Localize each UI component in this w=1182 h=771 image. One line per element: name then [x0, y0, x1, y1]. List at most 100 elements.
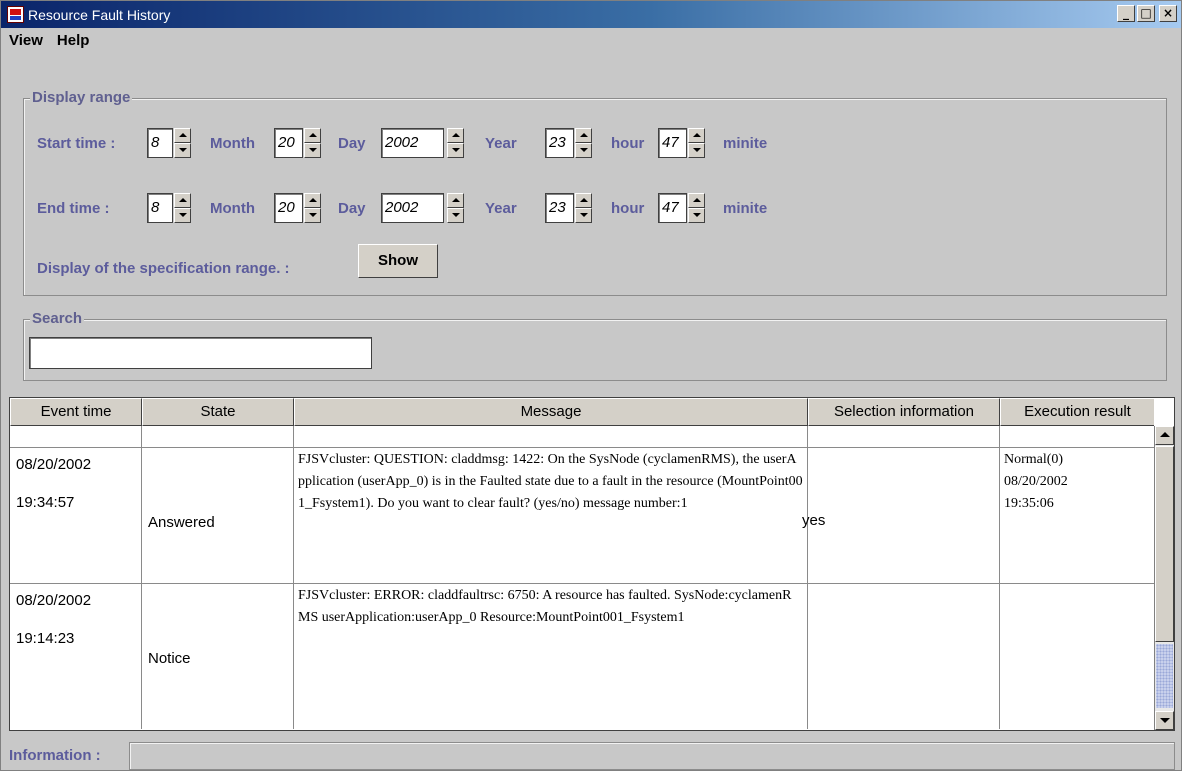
minute-label: minite: [723, 135, 768, 152]
month-label: Month: [210, 200, 255, 217]
spec-range-label: Display of the specification range. :: [37, 260, 290, 277]
start-year-field[interactable]: 2002: [381, 128, 444, 158]
show-button[interactable]: Show: [358, 244, 438, 278]
column-header-message[interactable]: Message: [294, 398, 808, 426]
start-hour-field[interactable]: 23: [545, 128, 574, 158]
spin-up-icon[interactable]: [447, 128, 464, 143]
java-app-icon: [7, 6, 24, 23]
column-header-state[interactable]: State: [142, 398, 294, 426]
menu-help[interactable]: Help: [57, 32, 90, 49]
end-hour-field[interactable]: 23: [545, 193, 574, 223]
start-day-spinner[interactable]: 20: [274, 128, 321, 158]
information-label: Information :: [9, 747, 101, 764]
end-day-field[interactable]: 20: [274, 193, 303, 223]
table-header: Event time State Message Selection infor…: [10, 398, 1154, 426]
event-time-cell: 08/20/2002 19:34:57: [10, 448, 142, 583]
menu-view[interactable]: View: [9, 32, 43, 49]
spin-down-icon[interactable]: [575, 143, 592, 158]
resource-fault-history-window: Resource Fault History _ □ × View Help D…: [0, 0, 1182, 771]
table-cell: [142, 426, 294, 447]
menu-bar: View Help: [1, 28, 1181, 52]
end-year-spinner[interactable]: 2002: [381, 193, 464, 223]
end-month-field[interactable]: 8: [147, 193, 173, 223]
table-row[interactable]: 08/20/2002 19:14:23 Notice FJSVcluster: …: [10, 584, 1154, 729]
end-year-field[interactable]: 2002: [381, 193, 444, 223]
fault-history-table: Event time State Message Selection infor…: [9, 397, 1175, 731]
year-label: Year: [485, 200, 517, 217]
result-time: 19:35:06: [1004, 496, 1054, 511]
event-date: 08/20/2002: [16, 456, 92, 473]
spin-up-icon[interactable]: [688, 193, 705, 208]
spin-down-icon[interactable]: [447, 208, 464, 223]
result-status: Normal(0): [1004, 452, 1064, 467]
end-hour-spinner[interactable]: 23: [545, 193, 592, 223]
spin-down-icon[interactable]: [575, 208, 592, 223]
result-date: 08/20/2002: [1004, 474, 1068, 489]
start-year-spinner[interactable]: 2002: [381, 128, 464, 158]
spin-up-icon[interactable]: [174, 193, 191, 208]
spin-down-icon[interactable]: [688, 143, 705, 158]
spin-up-icon[interactable]: [688, 128, 705, 143]
spin-down-icon[interactable]: [304, 208, 321, 223]
spin-down-icon[interactable]: [447, 143, 464, 158]
message-cell: FJSVcluster: ERROR: claddfaultrsc: 6750:…: [294, 584, 808, 729]
window-title: Resource Fault History: [28, 6, 171, 23]
column-header-event-time[interactable]: Event time: [10, 398, 142, 426]
spin-down-icon[interactable]: [304, 143, 321, 158]
month-label: Month: [210, 135, 255, 152]
spin-up-icon[interactable]: [447, 193, 464, 208]
scroll-thumb[interactable]: [1155, 446, 1174, 642]
spin-down-icon[interactable]: [174, 208, 191, 223]
spin-up-icon[interactable]: [304, 193, 321, 208]
spin-down-icon[interactable]: [688, 208, 705, 223]
end-time-label: End time :: [37, 200, 110, 217]
scroll-down-icon[interactable]: [1155, 711, 1174, 730]
start-day-field[interactable]: 20: [274, 128, 303, 158]
table-body: 08/20/2002 19:34:57 Answered FJSVcluster…: [10, 426, 1154, 730]
table-cell: [294, 426, 808, 447]
state-cell: Answered: [142, 448, 294, 583]
start-hour-spinner[interactable]: 23: [545, 128, 592, 158]
scroll-track[interactable]: [1156, 644, 1173, 708]
column-header-selection-information[interactable]: Selection information: [808, 398, 1000, 426]
end-minute-spinner[interactable]: 47: [658, 193, 705, 223]
column-header-execution-result[interactable]: Execution result: [1000, 398, 1154, 426]
start-minute-spinner[interactable]: 47: [658, 128, 705, 158]
day-label: Day: [338, 135, 366, 152]
execution-result-cell: Normal(0) 08/20/2002 19:35:06: [1000, 448, 1154, 583]
close-button[interactable]: ×: [1159, 5, 1177, 22]
year-label: Year: [485, 135, 517, 152]
end-month-spinner[interactable]: 8: [147, 193, 191, 223]
table-cell: [1000, 426, 1154, 447]
table-row-empty[interactable]: [10, 426, 1154, 448]
event-time-cell: 08/20/2002 19:14:23: [10, 584, 142, 729]
event-time: 19:34:57: [16, 494, 75, 511]
hour-label: hour: [611, 135, 645, 152]
selection-value: yes: [802, 512, 826, 529]
information-field: [129, 742, 1175, 770]
start-month-field[interactable]: 8: [147, 128, 173, 158]
hour-label: hour: [611, 200, 645, 217]
spin-up-icon[interactable]: [304, 128, 321, 143]
minimize-button[interactable]: _: [1117, 5, 1135, 22]
start-month-spinner[interactable]: 8: [147, 128, 191, 158]
table-row[interactable]: 08/20/2002 19:34:57 Answered FJSVcluster…: [10, 448, 1154, 584]
end-minute-field[interactable]: 47: [658, 193, 687, 223]
end-day-spinner[interactable]: 20: [274, 193, 321, 223]
search-title: Search: [30, 310, 85, 327]
table-cell: [808, 426, 1000, 447]
search-input[interactable]: [29, 337, 372, 369]
spin-down-icon[interactable]: [174, 143, 191, 158]
event-time: 19:14:23: [16, 630, 75, 647]
scroll-up-icon[interactable]: [1155, 426, 1174, 445]
window-controls: _ □ ×: [1117, 5, 1177, 22]
vertical-scrollbar[interactable]: [1154, 426, 1174, 730]
event-date: 08/20/2002: [16, 592, 92, 609]
start-time-label: Start time :: [37, 135, 116, 152]
selection-cell: yes: [802, 448, 1000, 583]
start-minute-field[interactable]: 47: [658, 128, 687, 158]
maximize-button[interactable]: □: [1137, 5, 1155, 22]
spin-up-icon[interactable]: [174, 128, 191, 143]
spin-up-icon[interactable]: [575, 128, 592, 143]
spin-up-icon[interactable]: [575, 193, 592, 208]
